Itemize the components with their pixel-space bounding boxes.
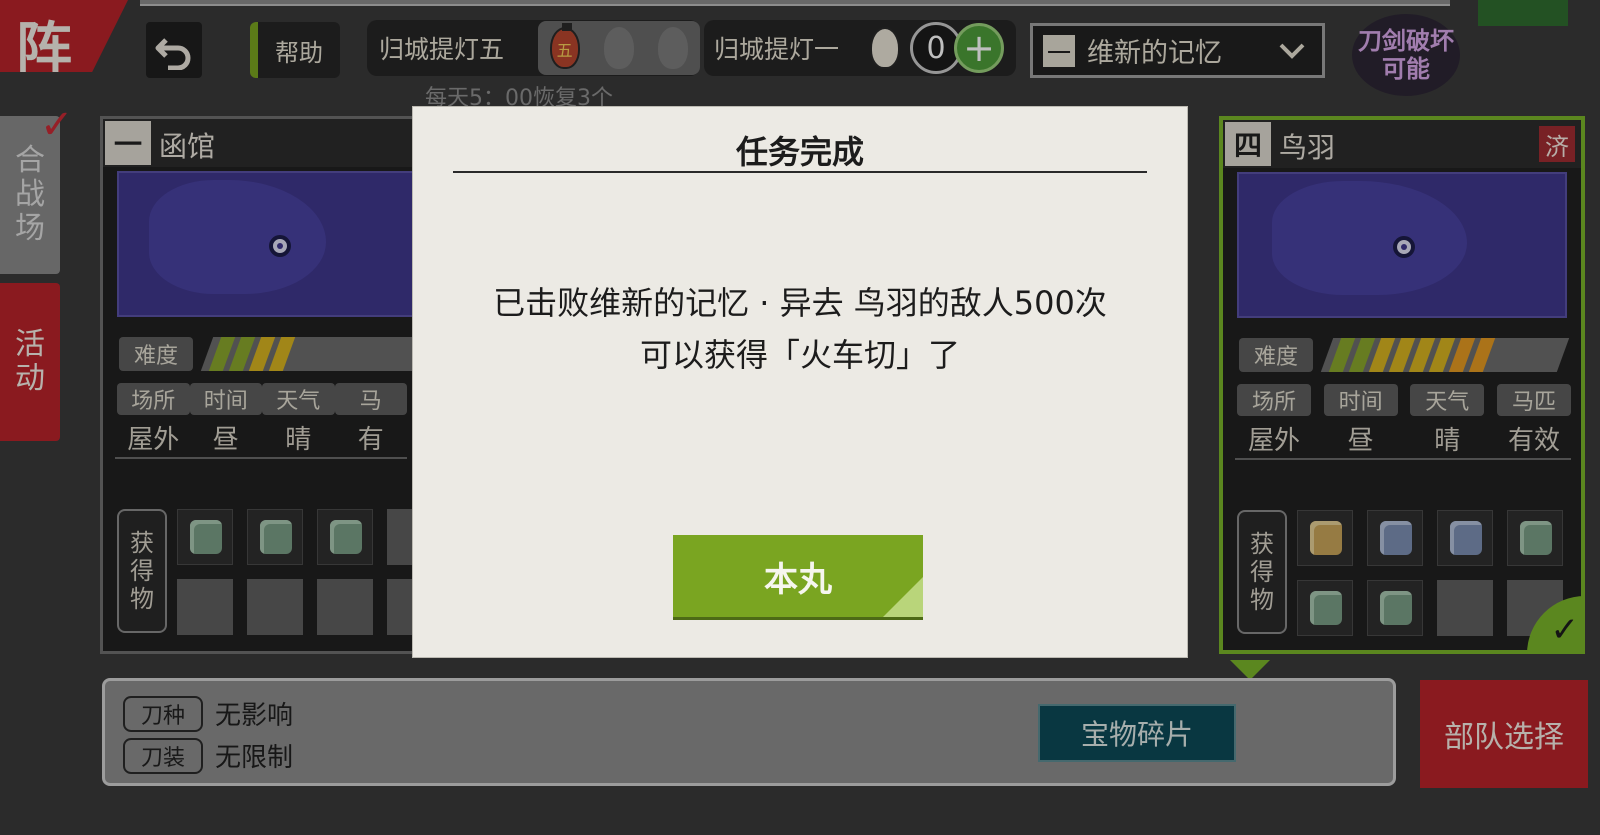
- dialog-message-line1: 已击败维新的记忆 · 异去 鸟羽的敌人500次: [493, 284, 1107, 322]
- dialog-message-line2: 可以获得「火车切」了: [639, 336, 960, 374]
- mission-complete-dialog: 任务完成 已击败维新的记忆 · 异去 鸟羽的敌人500次 可以获得「火车切」了 …: [412, 106, 1188, 658]
- return-citadel-button[interactable]: 本丸: [673, 535, 923, 617]
- dialog-divider: [453, 171, 1147, 173]
- dialog-title: 任务完成: [735, 133, 864, 171]
- dialog-message: 已击败维新的记忆 · 异去 鸟羽的敌人500次 可以获得「火车切」了: [433, 277, 1167, 381]
